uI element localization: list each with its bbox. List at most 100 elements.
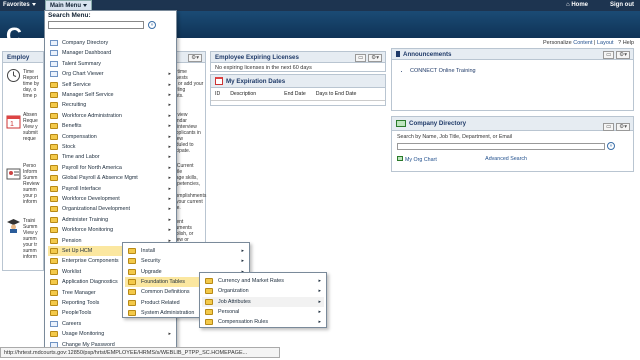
chevron-right-icon: ▸ (168, 144, 171, 150)
chevron-right-icon: ▸ (168, 71, 171, 78)
folder-icon (128, 248, 136, 254)
search-hint: Search by Name, Job Title, Department, o… (397, 134, 513, 140)
directory-search-input[interactable] (397, 142, 605, 150)
folder-icon (50, 196, 58, 202)
personalize-content-link[interactable]: Content (573, 40, 592, 46)
submenu-item[interactable]: Currency and Market Rates ▸ (202, 276, 324, 286)
menu-item[interactable]: Usage Monitoring ▸ (48, 329, 174, 339)
chevron-right-icon: ▸ (241, 248, 244, 254)
chevron-right-icon: ▸ (168, 81, 171, 88)
menu-item-label: Global Payroll & Absence Mgmt (62, 175, 138, 182)
menu-item[interactable]: Workforce Development ▸ (48, 194, 174, 204)
submenu-item[interactable]: Compensation Rules ▸ (202, 317, 324, 327)
pagelet-settings-button[interactable]: ⚙▾ (616, 51, 630, 59)
menu-item-label: Reporting Tools (62, 300, 100, 306)
page-icon (50, 50, 58, 57)
submenu-item[interactable]: Personal ▸ (202, 307, 324, 317)
submenu-item[interactable]: Job Attributes ▸ (202, 296, 324, 307)
separator: | (594, 40, 596, 46)
menu-item-label: Workforce Monitoring (62, 227, 114, 234)
menu-item[interactable]: Talent Summary (48, 59, 174, 69)
advanced-search-link[interactable]: Advanced Search (485, 156, 527, 163)
submenu-item-label: Foundation Tables (141, 278, 185, 285)
menu-item[interactable]: Org Chart Viewer ▸ (48, 69, 174, 79)
menu-item[interactable]: Company Directory (48, 38, 174, 48)
submenu-item-label: Product Related (141, 299, 180, 306)
home-link[interactable]: ⌂ Home (566, 0, 588, 11)
menu-item[interactable]: Workforce Administration ▸ (48, 111, 174, 121)
collapse-button[interactable]: ▭ (603, 123, 615, 131)
personalize-layout-link[interactable]: Layout (597, 40, 614, 46)
menu-item[interactable]: Manager Dashboard (48, 48, 174, 58)
page-icon (50, 60, 58, 67)
menu-item[interactable]: Workforce Monitoring ▸ (48, 225, 174, 235)
folder-icon (50, 279, 58, 286)
folder-icon (50, 133, 58, 140)
submenu-item-label: Job Attributes (218, 298, 251, 305)
search-go-button[interactable]: » (607, 142, 615, 150)
announcement-link[interactable]: CONNECT Online Training (410, 68, 633, 74)
folder-icon (50, 164, 58, 171)
menu-item[interactable]: Administer Training ▸ (48, 215, 174, 225)
folder-icon (50, 300, 58, 306)
menu-search-go-button[interactable]: » (148, 21, 156, 29)
home-label: Home (571, 2, 588, 8)
menu-item[interactable]: Stock ▸ (48, 142, 174, 152)
folder-icon (50, 237, 58, 244)
menu-item[interactable]: Compensation ▸ (48, 132, 174, 142)
favorites-menu[interactable]: Favorites (3, 0, 36, 11)
pagelet-title: Announcements (403, 51, 452, 58)
pagelet-title: Employee Expiring Licenses (215, 54, 299, 61)
menu-item-label: Org Chart Viewer (62, 71, 104, 78)
menu-item-label: Organizational Development (62, 206, 131, 213)
folder-icon (50, 81, 58, 88)
page-icon (50, 320, 58, 327)
menu-item[interactable]: Recruiting ▸ (48, 100, 174, 110)
submenu-item-label: Upgrade (141, 268, 162, 275)
menu-search-input[interactable] (48, 21, 144, 29)
menu-item[interactable]: Global Payroll & Absence Mgmt ▸ (48, 173, 174, 183)
folder-icon (50, 268, 58, 275)
submenu-item[interactable]: Security ▸ (125, 256, 247, 266)
current-profile-text: y Current ofile nage skills, mpetencies,… (173, 163, 207, 211)
chevron-right-icon: ▸ (168, 164, 171, 171)
folder-icon (205, 298, 213, 305)
my-org-chart-link[interactable]: My Org Chart (397, 156, 437, 163)
logo: C (6, 23, 22, 48)
folder-icon (50, 123, 58, 130)
pagelet-settings-button[interactable]: ⚙▾ (188, 54, 202, 62)
my-org-chart-label: My Org Chart (405, 157, 437, 163)
submenu-item-label: Common Definitions (141, 289, 190, 296)
org-chart-icon (397, 156, 403, 161)
chevron-right-icon: ▸ (168, 175, 171, 182)
submenu-item-label: System Administration (141, 309, 195, 316)
chevron-right-icon: ▸ (168, 185, 171, 192)
sign-out-link[interactable]: Sign out (610, 0, 634, 11)
submenu-item[interactable]: Organization ▸ (202, 286, 324, 296)
help-link[interactable]: Help (623, 40, 634, 46)
menu-item[interactable]: Payroll Interface ▸ (48, 184, 174, 194)
menu-item[interactable]: Time and Labor ▸ (48, 152, 174, 162)
pagelet-settings-button[interactable]: ⚙▾ (368, 54, 382, 62)
menu-item[interactable]: Payroll for North America ▸ (48, 163, 174, 173)
folder-icon (50, 185, 58, 192)
menu-item[interactable]: Benefits ▸ (48, 121, 174, 131)
pagelet-settings-button[interactable]: ⚙▾ (616, 123, 630, 131)
time-report-text: Time Report time by day, o time p (23, 69, 40, 99)
submenu-item[interactable]: Install ▸ (125, 246, 247, 256)
menu-item-label: Administer Training (62, 216, 109, 223)
menu-item[interactable]: Manager Self Service ▸ (48, 90, 174, 100)
directory-search-row: » (397, 142, 628, 150)
help-icon[interactable]: ? (618, 40, 621, 46)
menu-item[interactable]: Self Service ▸ (48, 80, 174, 90)
collapse-button[interactable]: ▭ (355, 54, 367, 62)
search-menu-label: Search Menu: (48, 12, 91, 19)
collapse-button[interactable]: ▭ (603, 51, 615, 59)
menu-item[interactable]: Organizational Development ▸ (48, 204, 174, 214)
menu-item-label: Talent Summary (62, 60, 101, 67)
menu-item[interactable]: Careers (48, 319, 174, 329)
menu-item-label: Company Directory (62, 40, 109, 46)
menu-item-label: Pension (62, 237, 82, 244)
submenu-item-label: Compensation Rules (218, 319, 269, 326)
chevron-right-icon: ▸ (168, 331, 171, 338)
